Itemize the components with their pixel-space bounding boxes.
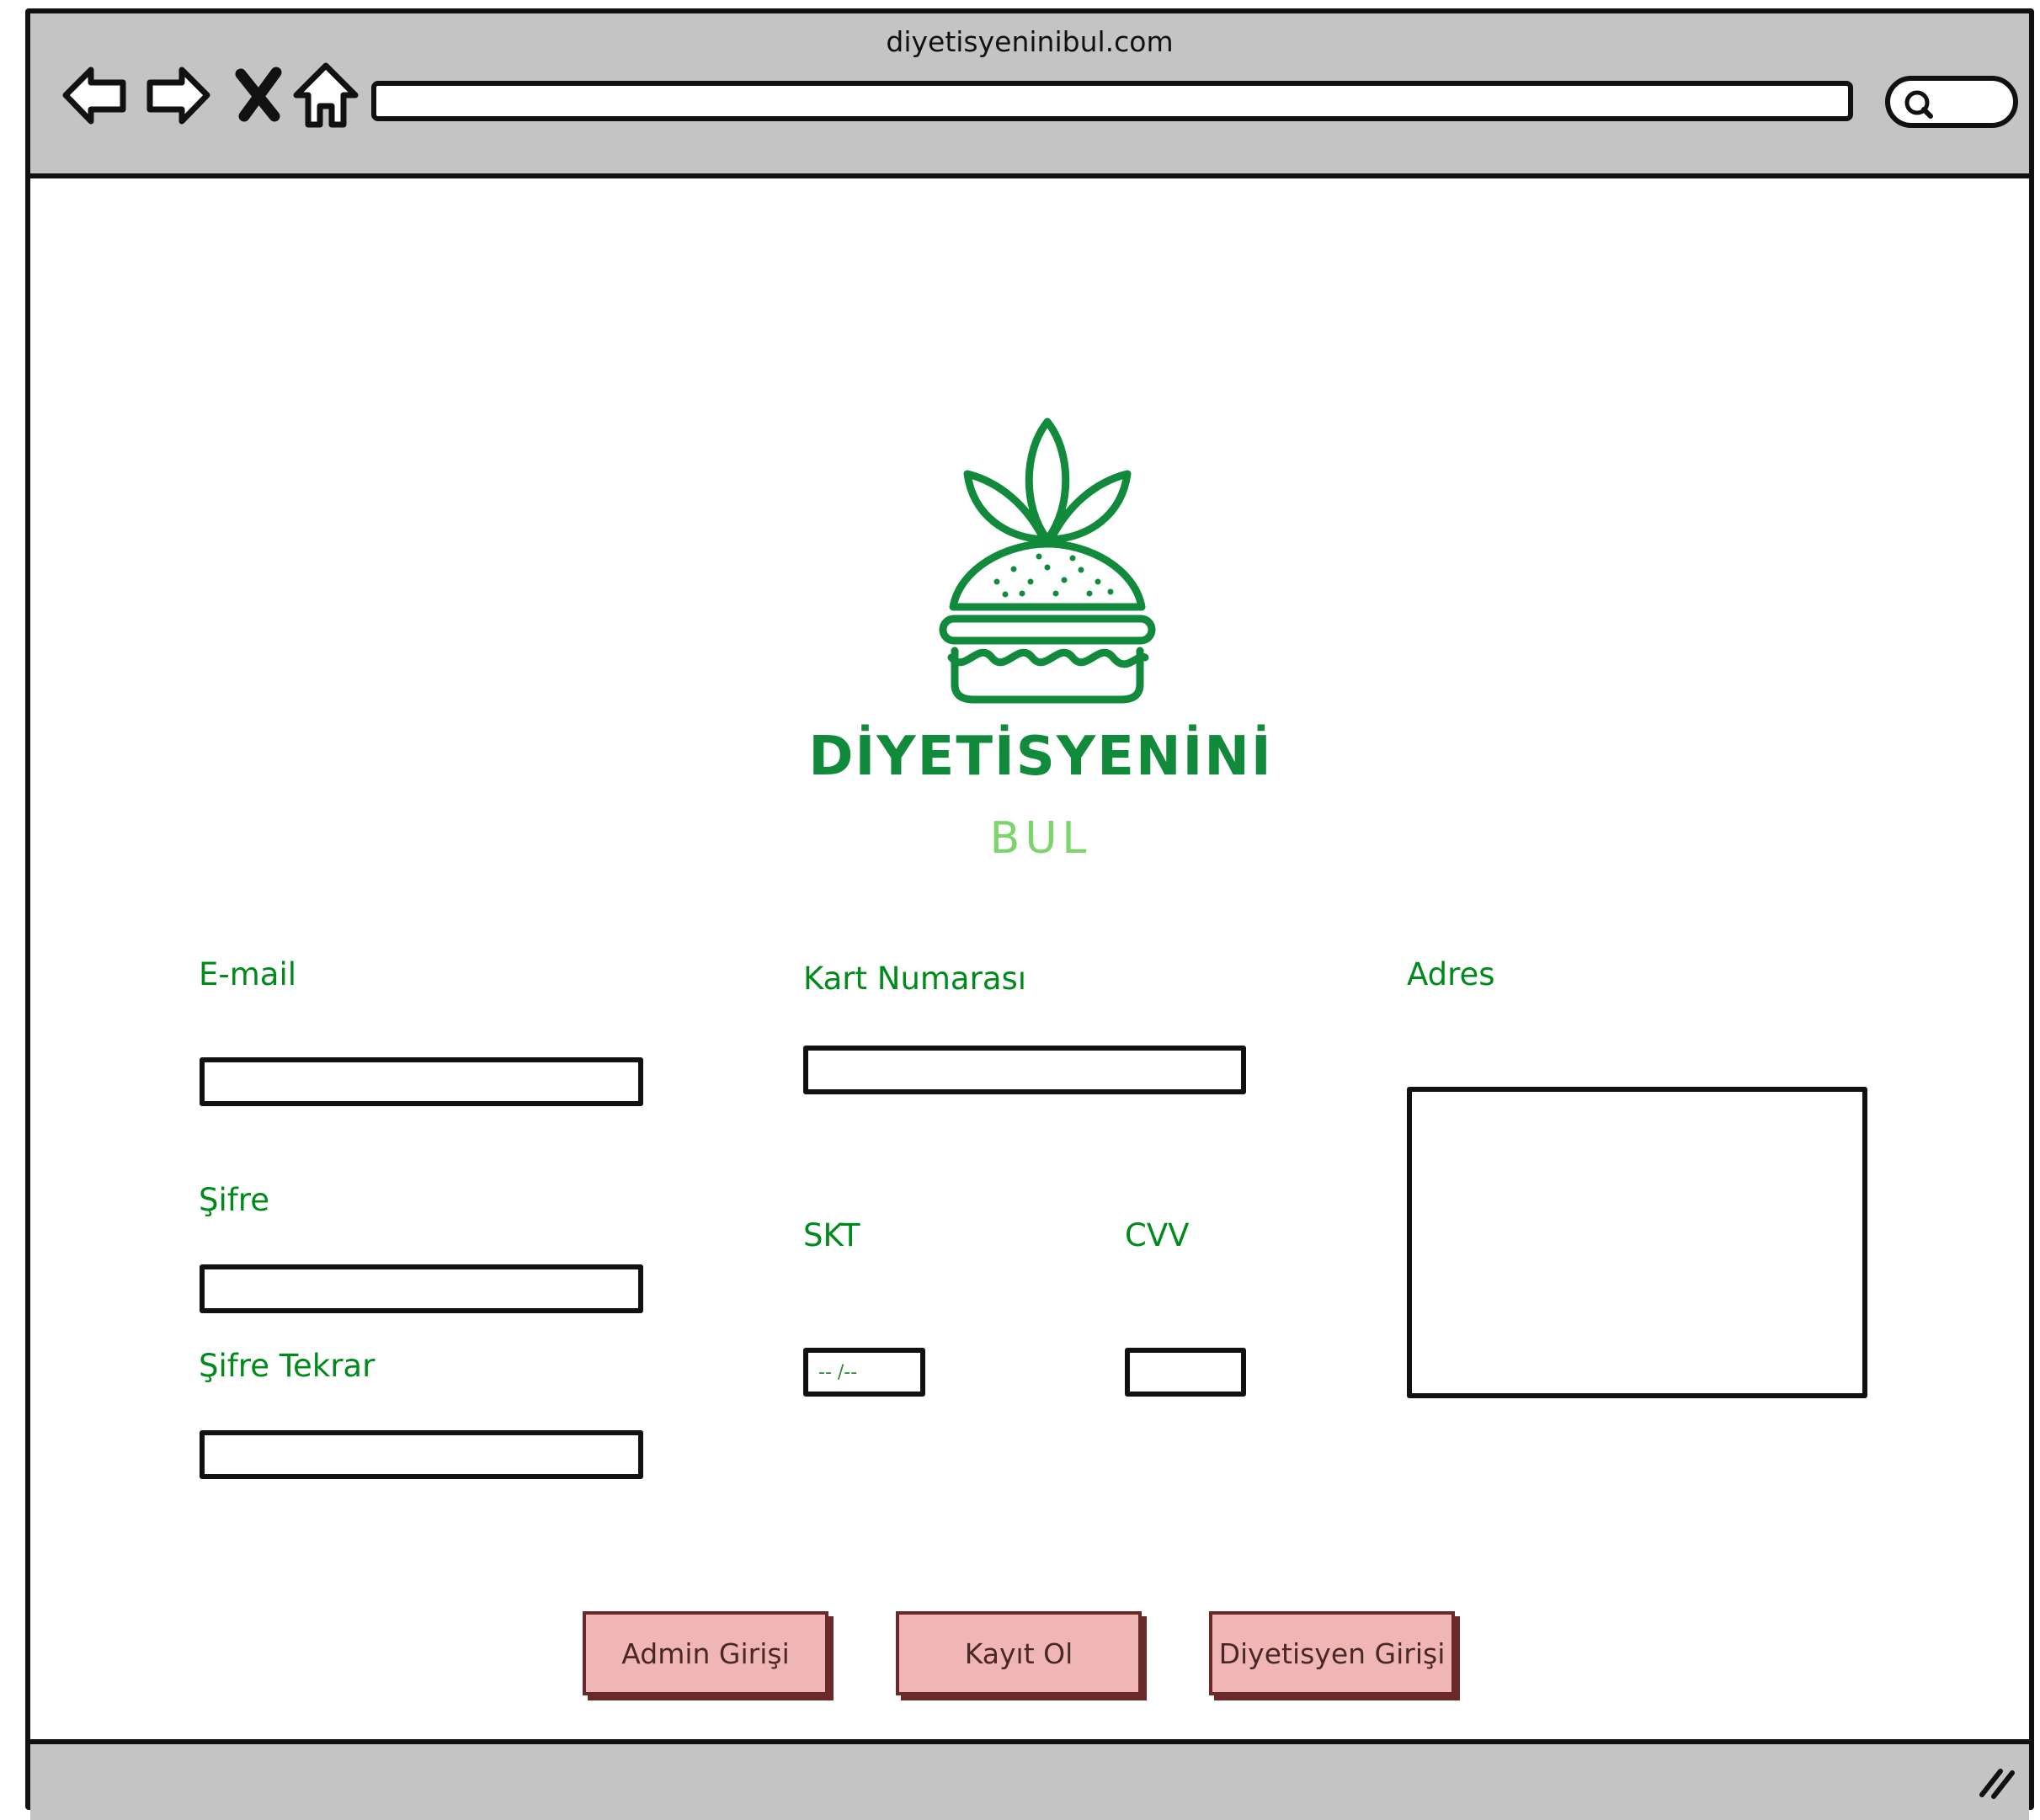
password-label: Şifre bbox=[199, 1182, 269, 1218]
brand-subtitle: BUL bbox=[989, 813, 1092, 864]
home-icon[interactable] bbox=[288, 57, 364, 133]
brand-name: DİYETİSYENİNİ bbox=[808, 726, 1273, 788]
expiry-field[interactable] bbox=[803, 1348, 925, 1397]
close-icon[interactable] bbox=[222, 57, 298, 133]
expiry-label: SKT bbox=[803, 1217, 860, 1253]
password-repeat-label: Şifre Tekrar bbox=[199, 1348, 376, 1384]
address-bar[interactable] bbox=[371, 81, 1853, 121]
status-bar bbox=[30, 1739, 2029, 1820]
admin-login-button[interactable]: Admin Girişi bbox=[583, 1611, 828, 1695]
burger-leaf-logo bbox=[939, 418, 1156, 704]
password-repeat-field[interactable] bbox=[200, 1430, 643, 1479]
back-arrow-icon[interactable] bbox=[57, 57, 133, 133]
register-button[interactable]: Kayıt Ol bbox=[896, 1611, 1142, 1695]
card-number-label: Kart Numarası bbox=[803, 961, 1027, 997]
password-field[interactable] bbox=[200, 1264, 643, 1313]
cvv-field[interactable] bbox=[1125, 1348, 1246, 1397]
email-field[interactable] bbox=[200, 1057, 643, 1106]
address-label: Adres bbox=[1407, 956, 1495, 992]
cvv-label: CVV bbox=[1125, 1217, 1190, 1253]
dietitian-login-button[interactable]: Diyetisyen Girişi bbox=[1209, 1611, 1455, 1695]
email-label: E-mail bbox=[199, 956, 297, 992]
card-number-field[interactable] bbox=[803, 1046, 1246, 1094]
browser-search-box[interactable] bbox=[1885, 76, 2018, 128]
forward-arrow-icon[interactable] bbox=[140, 57, 216, 133]
browser-toolbar: diyetisyeninibul.com bbox=[30, 13, 2029, 178]
search-icon bbox=[1904, 90, 1933, 119]
address-textarea[interactable] bbox=[1407, 1087, 1867, 1398]
window-title: diyetisyeninibul.com bbox=[886, 25, 1174, 58]
resize-grip-icon[interactable] bbox=[1975, 1759, 2017, 1801]
browser-window: diyetisyeninibul.com DİYETİSYENİNİ BUL E… bbox=[25, 8, 2034, 1820]
